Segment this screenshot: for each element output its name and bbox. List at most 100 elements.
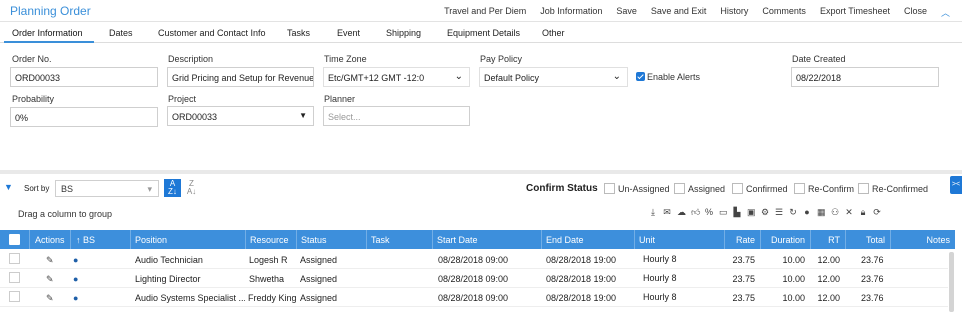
tab-equipment-details[interactable]: Equipment Details [447, 28, 520, 38]
collapse-chevron-icon[interactable]: ︿ [941, 6, 950, 19]
column-notes[interactable]: Notes [926, 235, 950, 245]
project-select[interactable]: ORD00033 ▼ [167, 106, 314, 126]
refresh-icon[interactable]: ↻ [789, 207, 797, 218]
export-icon[interactable]: ⤓ [649, 207, 657, 218]
user-icon[interactable]: ● [803, 207, 811, 218]
assigned-checkbox[interactable] [674, 183, 685, 194]
cell-duration: 10.00 [782, 293, 805, 303]
tab-event[interactable]: Event [337, 28, 360, 38]
confirmed-checkbox[interactable] [732, 183, 743, 194]
cell-unit: Hourly 8 [643, 254, 677, 264]
tab-tasks[interactable]: Tasks [287, 28, 310, 38]
active-tab-indicator [4, 41, 94, 43]
sort-ascending-icon[interactable]: A Z↓ [164, 179, 181, 197]
column-task[interactable]: Task [371, 235, 390, 245]
reload-icon[interactable]: ⟳ [873, 207, 881, 218]
unassigned-label: Un-Assigned [618, 184, 670, 194]
sort-descending-icon[interactable]: Z A↓ [184, 179, 199, 197]
pay-policy-select[interactable]: Default Policy ⌄ [479, 67, 628, 87]
card-icon[interactable]: ▭ [719, 207, 728, 218]
calendar-icon[interactable]: ▣ [747, 207, 756, 218]
chevron-down-icon: ▾ [147, 184, 152, 194]
column-rate[interactable]: Rate [736, 235, 755, 245]
edit-pencil-icon[interactable]: ✎ [46, 255, 54, 266]
person-icon[interactable]: ● [73, 255, 78, 265]
filter-icon[interactable]: ▼ [4, 182, 13, 192]
column-unit[interactable]: Unit [639, 235, 655, 245]
pay-policy-label: Pay Policy [480, 54, 523, 64]
column-resource[interactable]: Resource [250, 235, 289, 245]
unassigned-checkbox[interactable] [604, 183, 615, 194]
menu-export-timesheet[interactable]: Export Timesheet [820, 6, 890, 19]
column-actions[interactable]: Actions [35, 235, 65, 245]
description-field[interactable]: Grid Pricing and Setup for Revenue [167, 67, 314, 87]
menu-close[interactable]: Close [904, 6, 927, 19]
column-status[interactable]: Status [301, 235, 327, 245]
table-row[interactable]: ✎ ● Audio Systems Specialist ... Freddy … [0, 288, 948, 307]
email-icon[interactable]: ✉ [663, 207, 671, 218]
menu-save[interactable]: Save [616, 6, 637, 19]
date-created-field[interactable]: 08/22/2018 [791, 67, 939, 87]
tab-other[interactable]: Other [542, 28, 565, 38]
sort-by-select[interactable]: BS ▾ [55, 180, 159, 197]
column-total[interactable]: Total [866, 235, 885, 245]
cell-rt: 12.00 [817, 255, 840, 265]
row-checkbox[interactable] [9, 272, 20, 283]
chart-icon[interactable]: ▙ [733, 207, 741, 218]
lock-icon[interactable]: 🔒︎ [859, 207, 867, 218]
time-zone-select[interactable]: Etc/GMT+12 GMT -12:0 ⌄ [323, 67, 470, 87]
menu-history[interactable]: History [720, 6, 748, 19]
side-panel-toggle-button[interactable]: >< [950, 176, 962, 194]
page-title: Planning Order [10, 4, 91, 18]
enable-alerts-label: Enable Alerts [647, 72, 701, 82]
settings-icon[interactable]: ⚙ [761, 207, 769, 218]
remove-icon[interactable]: ✕ [845, 207, 853, 218]
schedule-icon[interactable]: ▦ [817, 207, 826, 218]
column-end-date[interactable]: End Date [546, 235, 584, 245]
column-position[interactable]: Position [135, 235, 167, 245]
menu-travel-per-diem[interactable]: Travel and Per Diem [444, 6, 526, 19]
column-duration[interactable]: Duration [771, 235, 805, 245]
column-separator [760, 230, 761, 249]
reconfirmed-checkbox[interactable] [858, 183, 869, 194]
cloud-icon[interactable]: ☁ [677, 207, 686, 218]
select-all-checkbox[interactable] [9, 234, 20, 245]
percent-icon[interactable]: % [705, 207, 713, 218]
column-bs[interactable]: ↑ BS [76, 235, 95, 245]
order-no-field[interactable]: ORD00033 [10, 67, 158, 87]
table-row[interactable]: ✎ ● Audio Technician Logesh R Assigned 0… [0, 250, 948, 269]
menu-save-and-exit[interactable]: Save and Exit [651, 6, 707, 19]
list-icon[interactable]: ☰ [775, 207, 783, 218]
vertical-scrollbar[interactable] [949, 252, 954, 312]
top-menu: Travel and Per Diem Job Information Save… [444, 6, 950, 19]
column-rt[interactable]: RT [828, 235, 840, 245]
menu-comments[interactable]: Comments [762, 6, 806, 19]
row-checkbox[interactable] [9, 253, 20, 264]
thumbs-up-icon[interactable]: 👍︎ [691, 207, 700, 218]
chevron-down-icon: ⌄ [454, 71, 463, 82]
person-icon[interactable]: ● [73, 274, 78, 284]
planner-select[interactable]: Select... [323, 106, 470, 126]
tab-shipping[interactable]: Shipping [386, 28, 421, 38]
reconfirmed-label: Re-Confirmed [872, 184, 929, 194]
table-row[interactable]: ✎ ● Lighting Director Shwetha Assigned 0… [0, 269, 948, 288]
person-icon[interactable]: ● [73, 293, 78, 303]
cell-start-date: 08/28/2018 09:00 [438, 293, 509, 303]
cell-rt: 12.00 [817, 274, 840, 284]
tab-dates[interactable]: Dates [109, 28, 133, 38]
row-checkbox[interactable] [9, 291, 20, 302]
tab-order-information[interactable]: Order Information [12, 28, 83, 38]
order-no-label: Order No. [12, 54, 52, 64]
menu-job-information[interactable]: Job Information [540, 6, 602, 19]
users-icon[interactable]: ⚇ [831, 207, 839, 218]
edit-pencil-icon[interactable]: ✎ [46, 274, 54, 285]
enable-alerts-checkbox[interactable] [636, 72, 645, 81]
column-separator [366, 230, 367, 249]
reconfirm-checkbox[interactable] [794, 183, 805, 194]
probability-field[interactable]: 0% [10, 107, 158, 127]
tab-customer-contact[interactable]: Customer and Contact Info [158, 28, 266, 38]
cell-rate: 23.75 [732, 293, 755, 303]
grid-header: Actions ↑ BS Position Resource Status Ta… [0, 230, 955, 249]
column-start-date[interactable]: Start Date [437, 235, 478, 245]
edit-pencil-icon[interactable]: ✎ [46, 293, 54, 304]
